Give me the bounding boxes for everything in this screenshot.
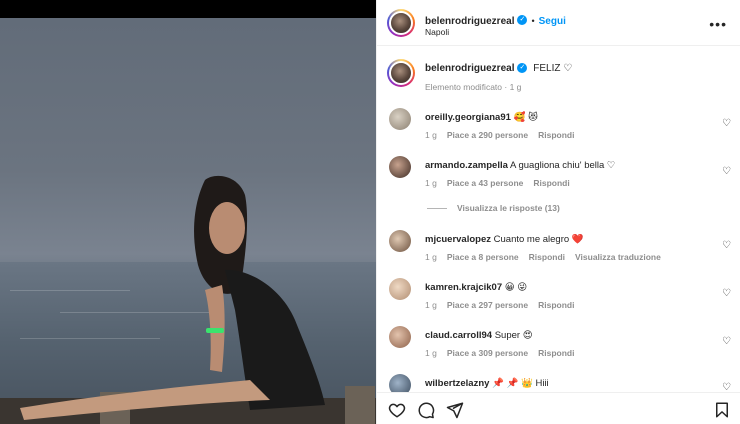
comment: mjcuervalopez Cuanto me alegro ❤️ 1 g Pia…: [377, 226, 740, 274]
commenter-avatar[interactable]: [389, 108, 411, 130]
comment-likes[interactable]: Piace a 8 persone: [447, 252, 519, 262]
comment-likes[interactable]: Piace a 297 persone: [447, 300, 528, 310]
heart-icon[interactable]: ♡: [722, 336, 731, 347]
commenter-avatar[interactable]: [389, 374, 411, 392]
comment-icon[interactable]: [417, 401, 435, 419]
comment-time: 1 g: [425, 300, 437, 310]
commenter-avatar[interactable]: [389, 326, 411, 348]
heart-icon[interactable]: ♡: [722, 288, 731, 299]
view-replies-label: Visualizza le risposte (13): [457, 203, 560, 213]
caption-text: FELIZ ♡: [533, 63, 573, 74]
post-action-bar: [377, 392, 740, 424]
comment-time: 1 g: [425, 178, 437, 188]
share-icon[interactable]: [446, 401, 464, 419]
commenter-avatar[interactable]: [389, 230, 411, 252]
commenter-avatar[interactable]: [389, 278, 411, 300]
comment-time: 1 g: [425, 252, 437, 262]
comment: oreilly.georgiana91 🥰 😻 1 g Piace a 290 p…: [377, 104, 740, 152]
comment-text: 📌 📌 👑 Hiii: [492, 378, 549, 389]
reply-button[interactable]: Rispondi: [529, 252, 565, 262]
post-photo[interactable]: [0, 0, 376, 424]
reply-button[interactable]: Rispondi: [538, 348, 574, 358]
commenter-avatar[interactable]: [389, 156, 411, 178]
comment-username[interactable]: armando.zampella: [425, 160, 508, 171]
post-side-panel: belenrodriguezreal ✓ • Segui Napoli ••• bel…: [376, 0, 740, 424]
comment: claud.carroll94 Super 😍 1 g Piace a 309 p…: [377, 322, 740, 370]
comment: kamren.krajcik07 😀 😜 1 g Piace a 297 pers…: [377, 274, 740, 322]
verified-badge-icon: ✓: [517, 14, 528, 25]
replies-divider: [427, 208, 447, 210]
heart-icon[interactable]: ♡: [722, 240, 731, 251]
comment-likes[interactable]: Piace a 43 persone: [447, 178, 524, 188]
comment-username[interactable]: oreilly.georgiana91: [425, 112, 511, 123]
comment-time: 1 g: [425, 130, 437, 140]
post-caption: belenrodriguezreal ✓ FELIZ ♡ Elemento mod…: [377, 56, 740, 96]
comment-time: 1 g: [425, 348, 437, 358]
comment-text: Cuanto me alegro ❤️: [493, 234, 584, 245]
comment-username[interactable]: mjcuervalopez: [425, 234, 491, 245]
post-username[interactable]: belenrodriguezreal: [425, 16, 514, 27]
heart-icon[interactable]: ♡: [722, 118, 731, 129]
verified-badge-icon: ✓: [517, 63, 528, 74]
heart-icon[interactable]: ♡: [722, 382, 731, 392]
comments-list[interactable]: oreilly.georgiana91 🥰 😻 1 g Piace a 290 p…: [377, 100, 740, 392]
comment-username[interactable]: kamren.krajcik07: [425, 282, 502, 293]
caption-avatar[interactable]: [387, 59, 415, 87]
avatar[interactable]: [387, 9, 415, 37]
view-replies-button[interactable]: Visualizza le risposte (13): [427, 203, 560, 213]
comment-username[interactable]: wilbertzelazny: [425, 378, 489, 389]
heart-icon[interactable]: ♡: [722, 166, 731, 177]
comment: armando.zampella A guagliona chiu' bella…: [377, 152, 740, 200]
post-location[interactable]: Napoli: [425, 27, 449, 37]
comment-username[interactable]: claud.carroll94: [425, 330, 492, 341]
comment-text: Super 😍: [494, 330, 533, 341]
separator-dot: •: [531, 16, 535, 26]
comment-likes[interactable]: Piace a 290 persone: [447, 130, 528, 140]
translate-button[interactable]: Visualizza traduzione: [575, 252, 661, 262]
caption-username[interactable]: belenrodriguezreal: [425, 63, 514, 74]
comment-text: A guagliona chiu' bella ♡: [510, 160, 616, 171]
comment-likes[interactable]: Piace a 309 persone: [447, 348, 528, 358]
comment-text: 😀 😜: [504, 282, 528, 293]
bookmark-icon[interactable]: [713, 401, 731, 419]
caption-meta: Elemento modificato · 1 g: [425, 82, 522, 92]
more-horizontal-icon[interactable]: •••: [709, 16, 727, 32]
comment: wilbertzelazny 📌 📌 👑 Hiii ♡: [377, 370, 740, 392]
comment-text: 🥰 😻: [513, 112, 538, 123]
reply-button[interactable]: Rispondi: [538, 130, 574, 140]
heart-icon[interactable]: [388, 401, 406, 419]
reply-button[interactable]: Rispondi: [538, 300, 574, 310]
reply-button[interactable]: Rispondi: [533, 178, 569, 188]
person-silhouette: [0, 175, 376, 424]
post-header: belenrodriguezreal ✓ • Segui Napoli •••: [377, 0, 740, 46]
follow-button[interactable]: Segui: [539, 16, 566, 27]
